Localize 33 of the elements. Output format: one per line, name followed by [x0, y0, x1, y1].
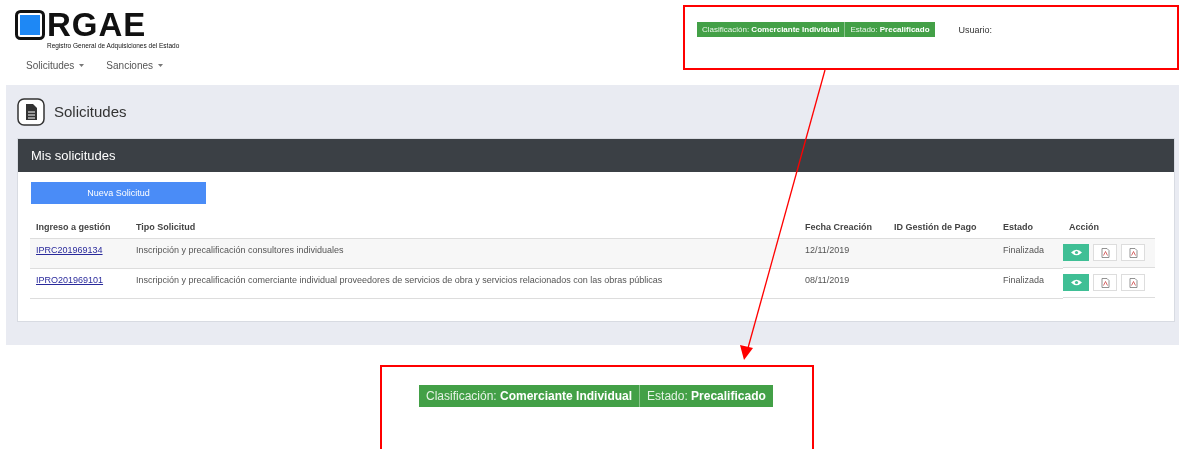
caret-icon: [79, 64, 85, 67]
pdf-icon: [1100, 277, 1110, 288]
table-cell: 12/11/2019: [799, 239, 888, 269]
pdf-button[interactable]: [1093, 274, 1117, 291]
pdf-button[interactable]: [1121, 274, 1145, 291]
pdf-icon: [1128, 277, 1138, 288]
table-cell: Inscripción y precalificación consultores individuales: [130, 239, 799, 269]
view-button[interactable]: [1063, 244, 1089, 261]
page-title: Solicitudes: [54, 103, 127, 120]
nav-menu[interactable]: Sanciones: [106, 60, 164, 71]
status-badge: Estado: Precalificado: [844, 22, 935, 37]
eye-icon: [1070, 249, 1082, 256]
table-cell: 08/11/2019: [799, 269, 888, 299]
eye-icon: [1070, 279, 1082, 286]
request-link[interactable]: IPRO201969101: [36, 275, 104, 285]
request-link[interactable]: IPRC201969134: [36, 245, 103, 255]
logo-icon: [15, 10, 45, 40]
view-button[interactable]: [1063, 274, 1089, 291]
document-icon: [17, 97, 45, 126]
pdf-icon: [1128, 247, 1138, 258]
table-cell: Inscripción y precalificación comerciante individual proveedores de servicios de obra y servicios relacionados con las obras públicas: [130, 269, 799, 299]
classification-badge: Clasificación: Comerciante Individual: [697, 22, 845, 37]
table-cell: Finalizada: [997, 239, 1063, 269]
pdf-button[interactable]: [1093, 244, 1117, 261]
classification-badge: Clasificación: Comerciante Individual: [419, 385, 640, 407]
pdf-icon: [1100, 247, 1110, 258]
card-header: Mis solicitudes: [18, 139, 1174, 172]
logo-text: RGAE: [47, 10, 148, 40]
caret-icon: [158, 64, 164, 67]
user-label: Usuario:: [958, 24, 993, 35]
nav-menu[interactable]: Solicitudes: [26, 60, 85, 71]
status-badge: Estado: Precalificado: [639, 385, 773, 407]
pdf-button[interactable]: [1121, 244, 1145, 261]
